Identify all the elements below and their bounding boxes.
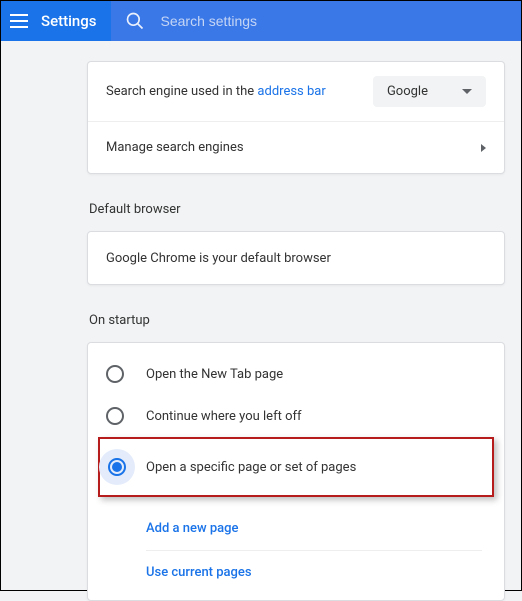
search-engine-selected: Google: [387, 84, 428, 99]
address-bar-link[interactable]: address bar: [257, 84, 325, 99]
chevron-right-icon: [481, 144, 486, 152]
startup-option-label: Continue where you left off: [146, 409, 302, 424]
default-browser-status: Google Chrome is your default browser: [106, 251, 486, 266]
search-engine-select[interactable]: Google: [373, 76, 486, 107]
search-engine-row: Search engine used in the address bar Go…: [88, 62, 504, 121]
radio-unchecked-icon: [106, 365, 124, 383]
use-current-pages-link[interactable]: Use current pages: [146, 550, 482, 594]
radio-unchecked-icon: [106, 407, 124, 425]
content-area: Search engine used in the address bar Go…: [1, 41, 521, 601]
startup-card: Open the New Tab page Continue where you…: [87, 342, 505, 601]
default-browser-status-row: Google Chrome is your default browser: [88, 232, 504, 284]
default-browser-card: Google Chrome is your default browser: [87, 231, 505, 285]
startup-section-title: On startup: [89, 313, 505, 328]
radio-checked-icon: [108, 458, 126, 476]
startup-option-new-tab[interactable]: Open the New Tab page: [88, 353, 504, 395]
search-engine-card: Search engine used in the address bar Go…: [87, 61, 505, 174]
startup-option-label: Open the New Tab page: [146, 367, 283, 382]
header-title: Settings: [41, 12, 97, 30]
search-engine-label: Search engine used in the address bar: [106, 84, 373, 99]
manage-search-engines-label: Manage search engines: [106, 140, 481, 155]
app-header: Settings: [1, 1, 521, 41]
startup-option-continue[interactable]: Continue where you left off: [88, 395, 504, 437]
search-icon: [125, 11, 145, 31]
dropdown-caret-icon: [462, 89, 472, 94]
search-area[interactable]: [111, 1, 521, 41]
highlight-annotation: Open a specific page or set of pages: [98, 437, 494, 497]
radio-ripple: [99, 449, 135, 485]
default-browser-section-title: Default browser: [89, 202, 505, 217]
startup-option-specific-page[interactable]: Open a specific page or set of pages: [100, 439, 492, 495]
manage-search-engines-row[interactable]: Manage search engines: [88, 121, 504, 173]
startup-option-label: Open a specific page or set of pages: [146, 460, 356, 475]
search-input[interactable]: [161, 13, 521, 29]
hamburger-menu-icon[interactable]: [7, 9, 31, 33]
add-new-page-link[interactable]: Add a new page: [146, 507, 482, 550]
startup-sub-links: Add a new page Use current pages: [146, 507, 482, 594]
